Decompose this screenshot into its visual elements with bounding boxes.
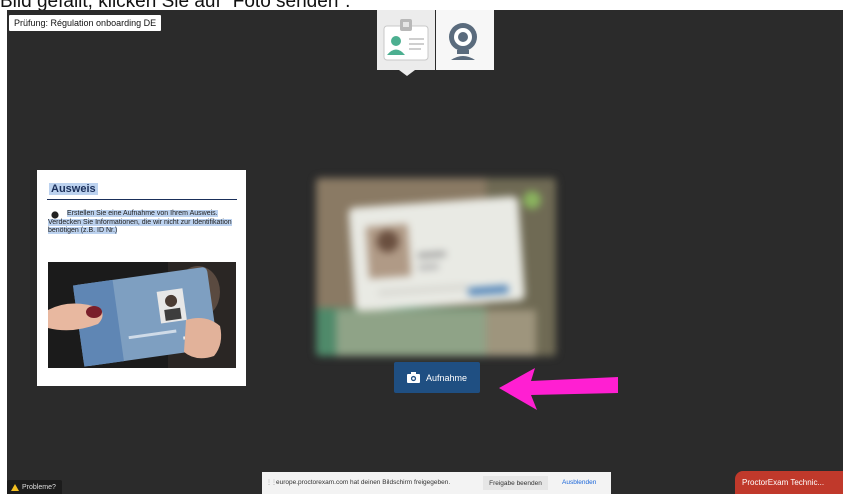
exam-title: Prüfung: Régulation onboarding DE	[9, 15, 162, 31]
stop-sharing-button[interactable]: Freigabe beenden	[483, 476, 548, 490]
hide-link[interactable]: Ausblenden	[562, 479, 596, 486]
tab-pointer	[399, 70, 415, 76]
support-chat-tab[interactable]: ProctorExam Technic...	[735, 471, 843, 494]
id-instruction-card: Ausweis Erstellen Sie eine Aufnahme von …	[37, 170, 246, 386]
sample-id-photo	[48, 262, 236, 368]
heading-divider	[47, 199, 237, 200]
card-heading: Ausweis	[49, 183, 98, 195]
exam-screen: Prüfung: Régulation onboarding DE Auswei…	[7, 10, 843, 494]
webcam-icon	[449, 23, 477, 60]
card-instructions: Erstellen Sie eine Aufnahme von Ihrem Au…	[48, 210, 238, 236]
problems-button[interactable]: Probleme?	[7, 480, 62, 494]
drag-handle[interactable]: ⋮⋮	[266, 479, 277, 486]
id-card-icon	[383, 19, 429, 61]
capture-button[interactable]: Aufnahme	[394, 362, 480, 393]
id-card-tab[interactable]	[377, 10, 435, 70]
camera-switcher	[377, 10, 494, 76]
share-message: europe.proctorexam.com hat deinen Bildsc…	[276, 479, 451, 486]
webcam-tab[interactable]	[436, 10, 494, 70]
warning-icon	[11, 483, 19, 491]
capture-label: Aufnahme	[425, 372, 468, 383]
pointer-arrow	[499, 368, 618, 410]
problems-label: Probleme?	[22, 483, 56, 491]
camera-icon	[406, 372, 420, 383]
camera-preview	[316, 178, 556, 356]
screen-share-bar: ⋮⋮ europe.proctorexam.com hat deinen Bil…	[262, 472, 611, 494]
instructions-text: Erstellen Sie eine Aufnahme von Ihrem Au…	[48, 210, 232, 234]
